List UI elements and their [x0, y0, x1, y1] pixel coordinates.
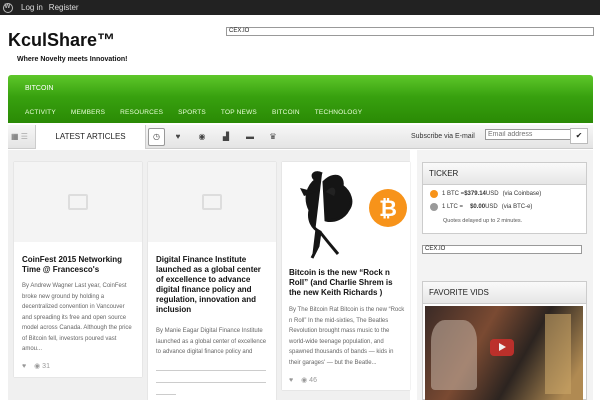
article-stats: ♥ ◉ 31 [22, 362, 50, 370]
video-thumbnail[interactable] [425, 306, 583, 400]
eye-icon[interactable]: ◉ [195, 130, 209, 144]
nav-item-top-news[interactable]: TOP NEWS [221, 109, 257, 116]
video-bg-shape [545, 314, 571, 394]
article-card[interactable]: CoinFest 2015 Networking Time @ Francesc… [14, 162, 142, 377]
nav-item-sports[interactable]: SPORTS [178, 109, 206, 116]
image-placeholder-icon [202, 194, 222, 210]
eye-icon: ◉ [301, 377, 308, 384]
checkmark-icon: ✔ [575, 131, 583, 140]
favorite-vids-widget: FAVORITE VIDS [422, 281, 587, 400]
list-view-icon[interactable]: ☰ [21, 132, 28, 141]
article-title[interactable]: Digital Finance Institute launched as a … [156, 255, 270, 315]
article-title[interactable]: CoinFest 2015 Networking Time @ Francesc… [22, 255, 134, 275]
litecoin-coin-icon [430, 203, 438, 211]
main-nav: BITCOIN ACTIVITY MEMBERS RESOURCES SPORT… [8, 75, 593, 123]
article-card[interactable]: ₿ Bitcoin is the new “Rock n Roll” (and … [282, 162, 410, 390]
btc-source: (via Coinbase) [502, 191, 542, 197]
ltc-price-row: 1 LTC = $0.00 USD (via BTC-e) [430, 203, 532, 211]
ltc-currency: USD [485, 204, 498, 210]
email-input[interactable] [485, 129, 571, 140]
cex-ticker-widget-sidebar[interactable]: CEX.IO [422, 245, 582, 254]
subscribe-submit-button[interactable]: ✔ [570, 128, 588, 144]
wordpress-logo-icon[interactable]: W [0, 0, 15, 15]
article-title[interactable]: Bitcoin is the new “Rock n Roll” (and Ch… [289, 268, 405, 298]
divider [156, 394, 176, 395]
video-person-shape [431, 320, 477, 390]
article-thumbnail[interactable] [14, 162, 142, 242]
ltc-source: (via BTC-e) [501, 204, 533, 210]
site-tagline: Where Novelty meets Innovation! [17, 56, 128, 63]
article-excerpt: By The Bitcoin Rat Bitcoin is the new “R… [289, 307, 405, 366]
btc-currency: USD [485, 191, 499, 197]
register-link[interactable]: Register [49, 3, 79, 12]
site-title[interactable]: KculShare™ [8, 30, 115, 51]
nav-item-members[interactable]: MEMBERS [71, 109, 105, 116]
divider [156, 382, 266, 383]
nav-menu: ACTIVITY MEMBERS RESOURCES SPORTS TOP NE… [25, 109, 377, 116]
bitcoin-coin-icon [430, 190, 438, 198]
nav-item-bitcoin-top[interactable]: BITCOIN [25, 85, 53, 92]
image-placeholder-icon [68, 194, 88, 210]
article-thumbnail[interactable] [148, 162, 276, 242]
article-excerpt: By Manie Eagar Digital Finance Institute… [156, 328, 267, 355]
heart-icon[interactable]: ♥ [22, 363, 26, 370]
article-card[interactable]: Digital Finance Institute launched as a … [148, 162, 276, 400]
trophy-icon[interactable]: ♛ [266, 130, 280, 144]
tab-latest-articles[interactable]: LATEST ARTICLES [35, 125, 146, 149]
sidebar: TICKER 1 BTC = $379.14 USD (via Coinbase… [417, 150, 593, 400]
view-count: 31 [42, 363, 50, 370]
quote-delay-note: Quotes delayed up to 2 minutes. [443, 218, 523, 224]
svg-text:₿: ₿ [379, 196, 397, 221]
article-toolbar: ▦ ☰ LATEST ARTICLES ◷ ♥ ◉ ▟ ▬ ♛ Subscrib… [8, 125, 593, 149]
grid-view-icon[interactable]: ▦ [11, 132, 19, 141]
heart-icon[interactable]: ♥ [289, 377, 293, 384]
nav-item-activity[interactable]: ACTIVITY [25, 109, 56, 116]
view-toggle: ▦ ☰ [11, 132, 28, 141]
cex-ticker-widget[interactable]: CEX.IO [226, 27, 594, 36]
nav-item-bitcoin[interactable]: BITCOIN [272, 109, 300, 116]
ltc-price: $0.00 [470, 204, 486, 210]
ticker-title: TICKER [423, 163, 586, 185]
article-stats: ♥ ◉ 46 [289, 376, 317, 384]
nav-item-technology[interactable]: TECHNOLOGY [315, 109, 363, 116]
play-button-icon[interactable] [490, 339, 514, 356]
btc-label: 1 BTC = [442, 191, 465, 197]
article-grid: CoinFest 2015 Networking Time @ Francesc… [8, 150, 410, 400]
bitcoin-raven-image: ₿ [300, 171, 407, 259]
login-link[interactable]: Log in [21, 3, 43, 12]
article-excerpt: By Andrew Wagner Last year, CoinFest bro… [22, 283, 132, 352]
clock-icon[interactable]: ◷ [148, 128, 165, 146]
divider [156, 370, 266, 371]
subscribe-label: Subscribe via E-mail [411, 133, 475, 140]
ticker-widget: TICKER 1 BTC = $379.14 USD (via Coinbase… [422, 162, 587, 234]
view-count: 46 [309, 377, 317, 384]
eye-icon: ◉ [34, 363, 41, 370]
heart-icon[interactable]: ♥ [171, 130, 185, 144]
btc-price-row: 1 BTC = $379.14 USD (via Coinbase) [430, 190, 541, 198]
favorite-vids-title: FAVORITE VIDS [423, 282, 586, 304]
nav-item-resources[interactable]: RESOURCES [120, 109, 163, 116]
btc-price: $379.14 [464, 191, 486, 197]
admin-bar: W Log in Register [0, 0, 600, 15]
comment-icon[interactable]: ▬ [243, 130, 257, 144]
bar-chart-icon[interactable]: ▟ [219, 130, 233, 144]
article-thumbnail[interactable]: ₿ [282, 162, 410, 260]
ltc-label: 1 LTC = [442, 204, 464, 210]
